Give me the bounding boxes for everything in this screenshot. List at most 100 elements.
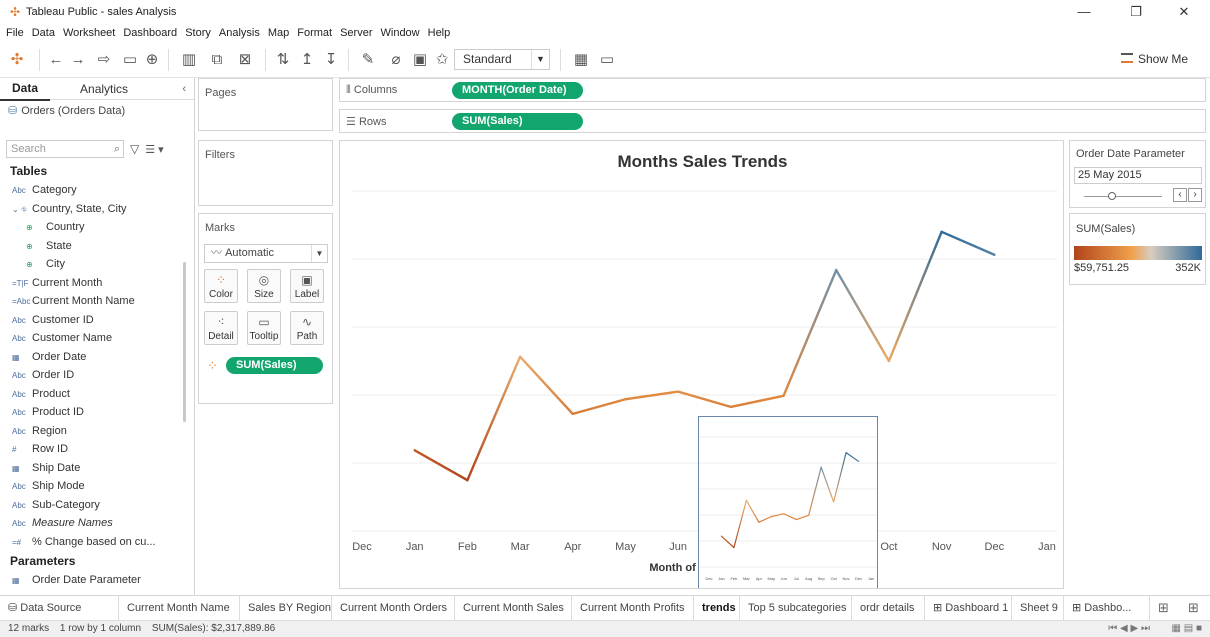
field-item[interactable]: Abc Product ID: [0, 403, 194, 422]
field-item[interactable]: Abc Measure Names: [0, 514, 194, 533]
field-item[interactable]: =Abc Current Month Name: [0, 292, 194, 311]
tableau-home-icon[interactable]: ✣: [0, 50, 34, 70]
show-me-button[interactable]: Show Me: [1120, 52, 1188, 66]
field-item[interactable]: Abc Category: [0, 181, 194, 200]
field-item[interactable]: Abc Customer ID: [0, 311, 194, 330]
parameter-slider-handle[interactable]: [1108, 192, 1116, 200]
menu-dashboard[interactable]: Dashboard: [123, 27, 177, 39]
field-item[interactable]: Abc Customer Name: [0, 329, 194, 348]
field-item[interactable]: Abc Region: [0, 422, 194, 441]
field-item[interactable]: ▦ Order Date Parameter: [0, 571, 194, 590]
marks-sum-sales-pill[interactable]: SUM(Sales): [226, 357, 323, 374]
menu-format[interactable]: Format: [297, 27, 332, 39]
field-item[interactable]: ⊕ Country: [0, 218, 194, 237]
sheet-tab[interactable]: Sales BY Region: [240, 596, 332, 621]
field-item[interactable]: # Row ID: [0, 440, 194, 459]
tab-data[interactable]: Data: [0, 78, 51, 101]
sheet-tab[interactable]: Top 5 subcategories: [740, 596, 852, 621]
tab-data-source[interactable]: ⛁ Data Source: [0, 596, 119, 621]
sheet-tab[interactable]: Current Month Profits: [572, 596, 694, 621]
sheet-tab[interactable]: Current Month Name: [119, 596, 240, 621]
sort-descending-icon[interactable]: ↧: [319, 50, 343, 70]
new-worksheet-tab-icon[interactable]: ⊞: [1158, 600, 1169, 616]
show-cards-icon[interactable]: ▦: [566, 50, 596, 70]
field-item[interactable]: Abc Ship Mode: [0, 477, 194, 496]
tooltip-button[interactable]: ▭ Tooltip: [247, 311, 281, 345]
sheet-tab[interactable]: Current Month Orders: [332, 596, 455, 621]
menu-help[interactable]: Help: [428, 27, 451, 39]
sheet-tab-active[interactable]: trends: [694, 596, 740, 621]
pin-icon[interactable]: ✩: [430, 50, 454, 70]
sort-ascending-icon[interactable]: ↥: [295, 50, 319, 70]
field-item[interactable]: ⊕ State: [0, 237, 194, 256]
menu-server[interactable]: Server: [340, 27, 372, 39]
sheet-tab[interactable]: Current Month Sales: [455, 596, 572, 621]
filters-card[interactable]: Filters: [198, 140, 333, 206]
field-item[interactable]: Abc Sub-Category: [0, 496, 194, 515]
new-dashboard-tab-icon[interactable]: ⊞: [1188, 600, 1199, 616]
menu-story[interactable]: Story: [185, 27, 211, 39]
sheet-navigation-icons[interactable]: ⏮ ◀ ▶ ⏭: [1108, 621, 1150, 637]
parameter-slider-track[interactable]: [1084, 196, 1162, 197]
menu-data[interactable]: Data: [32, 27, 55, 39]
fit-dropdown[interactable]: Standard ▼: [454, 49, 550, 70]
swap-axes-icon[interactable]: ⇅: [271, 50, 295, 70]
menu-window[interactable]: Window: [381, 27, 420, 39]
new-worksheet-icon[interactable]: ▥: [174, 50, 204, 70]
field-item[interactable]: =# % Change based on cu...: [0, 533, 194, 552]
dashboard-tab[interactable]: ⊞ Dashbo...: [1064, 596, 1150, 621]
size-button[interactable]: ◎ Size: [247, 269, 281, 303]
duplicate-sheet-icon[interactable]: ⧉: [204, 50, 230, 70]
sheet-tab[interactable]: ordr details: [852, 596, 925, 621]
presentation-mode-icon[interactable]: ▭: [596, 50, 618, 70]
rows-sum-pill[interactable]: SUM(Sales): [452, 113, 583, 130]
clear-sheet-icon[interactable]: ⊠: [230, 50, 260, 70]
dashboard-tab[interactable]: ⊞ Dashboard 1: [925, 596, 1012, 621]
replay-icon[interactable]: ⇨: [89, 50, 119, 70]
detail-button[interactable]: ⁖ Detail: [204, 311, 238, 345]
show-labels-icon[interactable]: ▣: [410, 50, 430, 70]
minimize-button[interactable]: —: [1065, 0, 1103, 24]
filter-icon[interactable]: ▽: [130, 142, 139, 156]
save-icon[interactable]: ▭: [119, 50, 141, 70]
field-item[interactable]: ▦ Order Date: [0, 348, 194, 367]
viz-view[interactable]: Months Sales Trends Dec Jan Feb Mar Apr May Ju…: [339, 140, 1064, 589]
mark-type-dropdown[interactable]: 〰 Automatic ▼: [204, 244, 328, 263]
columns-shelf[interactable]: ⦀ Columns MONTH(Order Date): [339, 78, 1206, 102]
highlight-icon[interactable]: ✎: [354, 50, 382, 70]
sheet-tab[interactable]: Sheet 9: [1012, 596, 1064, 621]
menu-map[interactable]: Map: [268, 27, 289, 39]
collapse-pane-icon[interactable]: ‹: [182, 78, 186, 100]
tab-analytics[interactable]: Analytics: [68, 78, 140, 100]
view-options-icon[interactable]: ☰ ▾: [145, 143, 163, 156]
menu-file[interactable]: File: [6, 27, 24, 39]
path-button[interactable]: ∿ Path: [290, 311, 324, 345]
field-item[interactable]: Abc Order ID: [0, 366, 194, 385]
close-button[interactable]: ✕: [1165, 0, 1203, 24]
maximize-button[interactable]: ❐: [1117, 0, 1155, 24]
field-item[interactable]: ⊕ City: [0, 255, 194, 274]
new-datasource-icon[interactable]: ⊕: [141, 50, 163, 70]
scrollbar[interactable]: [183, 262, 186, 422]
group-icon[interactable]: ⌀: [382, 50, 410, 70]
field-item[interactable]: Abc Product: [0, 385, 194, 404]
redo-icon[interactable]: →: [67, 50, 89, 70]
view-switch-icons[interactable]: ▦ ▤ ■: [1172, 621, 1203, 637]
parameter-value-input[interactable]: 25 May 2015: [1074, 167, 1202, 184]
legend-color-ramp[interactable]: [1074, 246, 1202, 260]
field-item[interactable]: ▦ Ship Date: [0, 459, 194, 478]
undo-icon[interactable]: ←: [45, 50, 67, 70]
step-back-button[interactable]: ‹: [1173, 188, 1187, 202]
menu-analysis[interactable]: Analysis: [219, 27, 260, 39]
step-forward-button[interactable]: ›: [1188, 188, 1202, 202]
menu-worksheet[interactable]: Worksheet: [63, 27, 115, 39]
color-button[interactable]: ⁘ Color: [204, 269, 238, 303]
rows-shelf[interactable]: ☰ Rows SUM(Sales): [339, 109, 1206, 133]
pages-card[interactable]: Pages: [198, 78, 333, 131]
search-input[interactable]: Search ⌕: [6, 140, 124, 158]
field-item[interactable]: ⌄ ⛗ Country, State, City: [0, 200, 194, 219]
field-item[interactable]: =T|F Current Month: [0, 274, 194, 293]
label-button[interactable]: ▣ Label: [290, 269, 324, 303]
data-source-item[interactable]: ⛁ Orders (Orders Data): [0, 100, 194, 122]
columns-month-pill[interactable]: MONTH(Order Date): [452, 82, 583, 99]
